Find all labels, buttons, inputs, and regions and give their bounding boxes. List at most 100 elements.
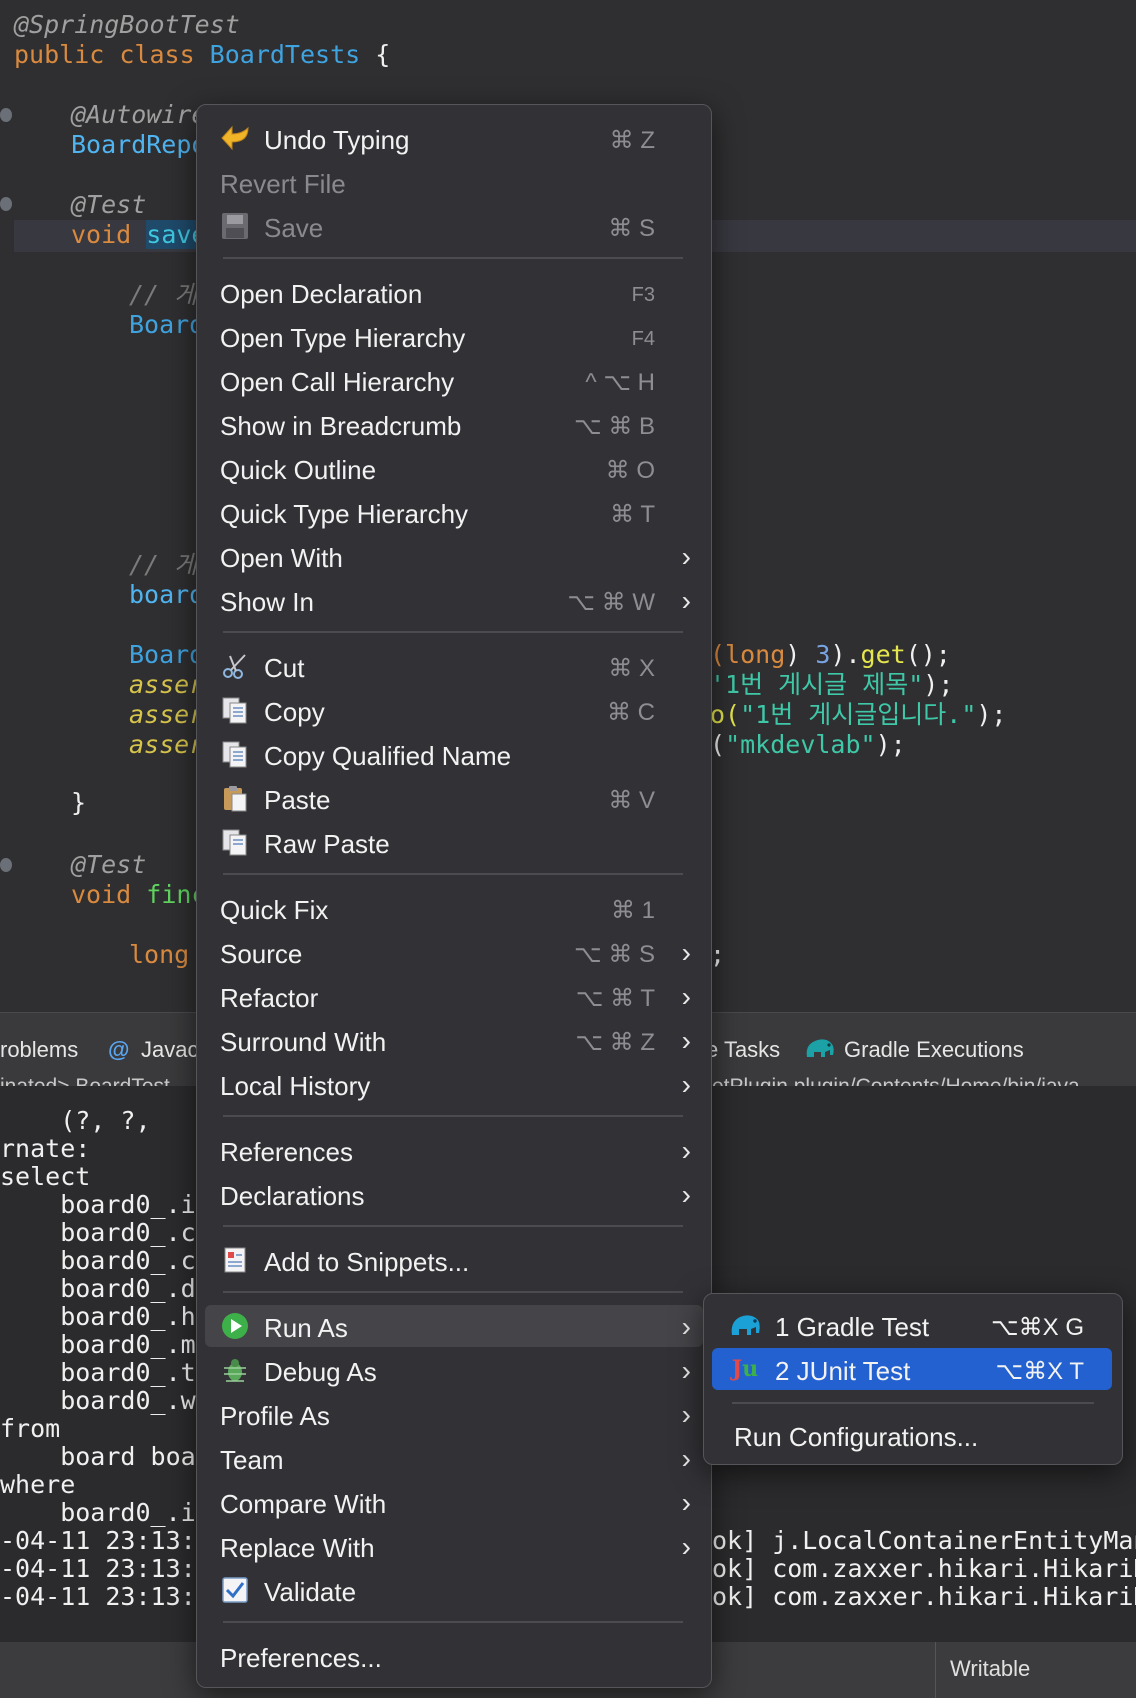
menu-item-revert-file[interactable]: Revert File <box>205 161 703 203</box>
menu-separator <box>732 1402 1094 1404</box>
fold-marker-icon[interactable] <box>0 858 12 872</box>
fold-marker-icon[interactable] <box>0 108 12 122</box>
menu-item-run-as[interactable]: Run As › <box>205 1305 703 1347</box>
console-line: board0_.ic <box>0 1190 211 1219</box>
code-line: asser <box>129 700 205 729</box>
console-line: board0_.ti <box>0 1358 211 1387</box>
menu-item-quick-type-hierarchy[interactable]: Quick Type Hierarchy ⌘ T <box>205 491 703 533</box>
tab-tasks[interactable]: e Tasks <box>706 1037 780 1063</box>
code-line: } <box>71 788 87 817</box>
chevron-right-icon: › <box>681 1355 691 1386</box>
chevron-right-icon: › <box>681 541 691 572</box>
code-line: Board <box>129 310 205 339</box>
menu-item-open-call-hierarchy[interactable]: Open Call Hierarchy ^ ⌥ H <box>205 359 703 401</box>
menu-item-declarations[interactable]: Declarations › <box>205 1173 703 1215</box>
console-line: board0_.cc <box>0 1218 211 1247</box>
console-line: from <box>0 1414 61 1443</box>
menu-item-open-type-hierarchy[interactable]: Open Type Hierarchy F4 <box>205 315 703 357</box>
fold-marker-icon[interactable] <box>0 197 12 211</box>
console-line: ok] com.zaxxer.hikari.HikariDa <box>712 1554 1136 1583</box>
menu-item-add-to-snippets[interactable]: Add to Snippets... <box>205 1239 703 1281</box>
menu-item-refactor[interactable]: Refactor ⌥ ⌘ T › <box>205 975 703 1017</box>
menu-item-references[interactable]: References › <box>205 1129 703 1171</box>
console-line: select <box>0 1162 91 1191</box>
code-line: o("1번 게시글입니다."); <box>710 700 1007 729</box>
console-line: board0_.de <box>0 1274 211 1303</box>
scissors-icon <box>220 651 250 681</box>
menu-item-copy-qualified-name[interactable]: Copy Qualified Name <box>205 733 703 775</box>
menu-item-copy[interactable]: Copy ⌘ C <box>205 689 703 731</box>
debug-bug-icon <box>220 1355 250 1385</box>
undo-arrow-icon <box>220 123 250 153</box>
tab-javadoc[interactable]: Javac <box>141 1037 198 1063</box>
chevron-right-icon: › <box>681 1179 691 1210</box>
code-line: @Autowire <box>71 100 207 129</box>
code-line: public class BoardTests { <box>14 40 391 69</box>
menu-item-source[interactable]: Source ⌥ ⌘ S › <box>205 931 703 973</box>
menu-item-replace-with[interactable]: Replace With › <box>205 1525 703 1567</box>
menu-item-show-in-breadcrumb[interactable]: Show in Breadcrumb ⌥ ⌘ B <box>205 403 703 445</box>
code-line: void save <box>71 220 207 249</box>
menu-item-quick-fix[interactable]: Quick Fix ⌘ 1 <box>205 887 703 929</box>
junit-icon: Ju <box>731 1356 759 1382</box>
menu-item-open-declaration[interactable]: Open Declaration F3 <box>205 271 703 313</box>
console-line: board0_.ic <box>0 1498 211 1527</box>
gradle-elephant-icon <box>728 1310 762 1340</box>
code-line: void finc <box>71 880 207 909</box>
menu-item-raw-paste[interactable]: Raw Paste <box>205 821 703 863</box>
chevron-right-icon: › <box>681 937 691 968</box>
menu-separator <box>223 631 683 633</box>
menu-separator <box>223 1291 683 1293</box>
copy-icon <box>220 695 250 725</box>
menu-item-paste[interactable]: Paste ⌘ V <box>205 777 703 819</box>
chevron-right-icon: › <box>681 1135 691 1166</box>
snippet-icon <box>220 1245 250 1275</box>
console-line: where <box>0 1470 76 1499</box>
menu-item-undo-typing[interactable]: Undo Typing ⌘ Z <box>205 117 703 159</box>
tab-problems[interactable]: roblems <box>0 1037 78 1063</box>
chevron-right-icon: › <box>681 1443 691 1474</box>
code-line: asser <box>129 670 205 699</box>
code-line: ; <box>710 940 726 969</box>
menu-item-open-with[interactable]: Open With › <box>205 535 703 577</box>
code-line: @Test <box>71 850 147 879</box>
console-line: -04-11 23:13:0 <box>0 1582 211 1611</box>
checkbox-checked-icon <box>220 1575 250 1605</box>
menu-item-validate[interactable]: Validate <box>205 1569 703 1611</box>
menu-item-team[interactable]: Team › <box>205 1437 703 1479</box>
menu-item-quick-outline[interactable]: Quick Outline ⌘ O <box>205 447 703 489</box>
run-as-submenu: 1 Gradle Test ⌥⌘X G Ju 2 JUnit Test ⌥⌘X … <box>703 1293 1123 1465</box>
submenu-item-gradle-test[interactable]: 1 Gradle Test ⌥⌘X G <box>712 1304 1112 1346</box>
console-line: board0_.hi <box>0 1302 211 1331</box>
clipboard-icon <box>220 783 250 813</box>
menu-item-surround-with[interactable]: Surround With ⌥ ⌘ Z › <box>205 1019 703 1061</box>
code-line: asser <box>129 730 205 759</box>
console-line: board0_.cr <box>0 1246 211 1275</box>
menu-separator <box>223 1225 683 1227</box>
status-divider <box>935 1642 936 1698</box>
writable-status: Writable <box>950 1656 1031 1681</box>
menu-item-cut[interactable]: Cut ⌘ X <box>205 645 703 687</box>
menu-item-local-history[interactable]: Local History › <box>205 1063 703 1105</box>
chevron-right-icon: › <box>681 1531 691 1562</box>
console-line: board boar <box>0 1442 211 1471</box>
copy-qualified-name-icon <box>220 739 250 769</box>
submenu-item-junit-test[interactable]: Ju 2 JUnit Test ⌥⌘X T <box>712 1348 1112 1390</box>
submenu-item-run-configurations[interactable]: Run Configurations... <box>712 1414 1112 1456</box>
code-line: '1번 게시글 제목"); <box>710 670 954 699</box>
code-comment: // 게 <box>129 280 198 309</box>
raw-paste-icon <box>220 827 250 857</box>
tab-gradle-executions[interactable]: Gradle Executions <box>844 1037 1024 1063</box>
menu-item-preferences[interactable]: Preferences... <box>205 1635 703 1677</box>
chevron-right-icon: › <box>681 1399 691 1430</box>
code-line: @Test <box>71 190 147 219</box>
console-line: rnate: <box>0 1134 91 1163</box>
menu-item-save[interactable]: Save ⌘ S <box>205 205 703 247</box>
menu-item-profile-as[interactable]: Profile As › <box>205 1393 703 1435</box>
code-line: (long) 3).get(); <box>710 640 951 669</box>
menu-item-show-in[interactable]: Show In ⌥ ⌘ W › <box>205 579 703 621</box>
console-line: -04-11 23:13:0 <box>0 1554 211 1583</box>
menu-item-compare-with[interactable]: Compare With › <box>205 1481 703 1523</box>
console-line: -04-11 23:13:0 <box>0 1526 211 1555</box>
menu-item-debug-as[interactable]: Debug As › <box>205 1349 703 1391</box>
